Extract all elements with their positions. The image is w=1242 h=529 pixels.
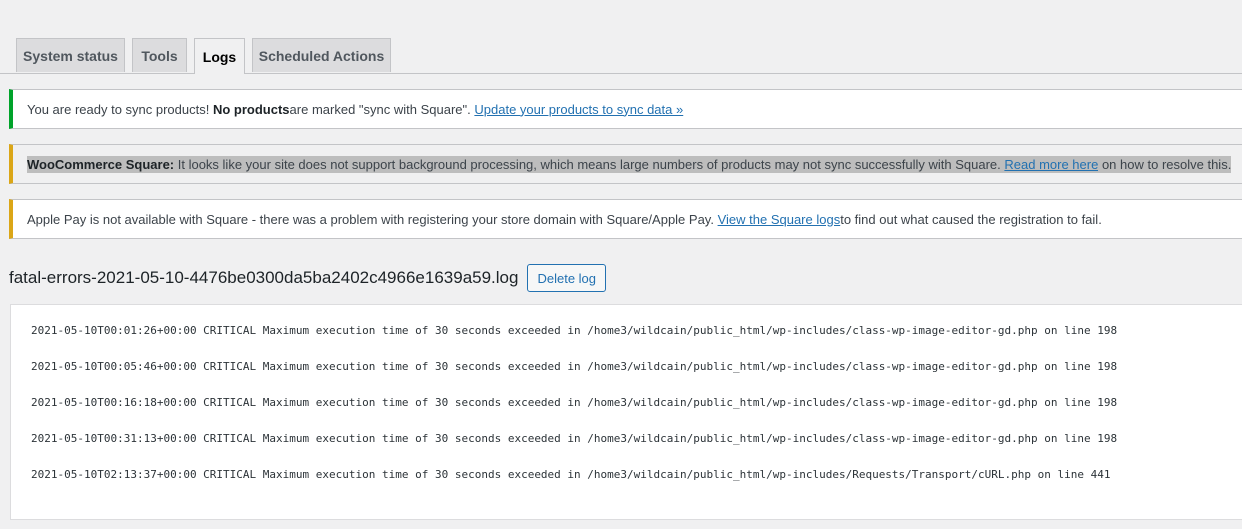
notice-text: Apple Pay is not available with Square -…	[27, 211, 714, 227]
log-line: 2021-05-10T00:01:26+00:00 CRITICAL Maxim…	[31, 324, 1118, 337]
notice-bold: WooCommerce Square:	[27, 156, 175, 172]
log-header: fatal-errors-2021-05-10-4476be0300da5ba2…	[9, 264, 607, 292]
sync-ready-notice: You are ready to sync products! No produ…	[9, 89, 1242, 129]
log-filename: fatal-errors-2021-05-10-4476be0300da5ba2…	[9, 268, 519, 287]
tab-system-status[interactable]: System status	[16, 38, 125, 72]
log-line: 2021-05-10T00:16:18+00:00 CRITICAL Maxim…	[31, 396, 1118, 409]
notice-text: It looks like your site does not support…	[174, 156, 1005, 172]
notice-text: You are ready to sync products!	[27, 101, 210, 117]
notice-bold: No products	[212, 101, 290, 117]
log-line: 2021-05-10T00:05:46+00:00 CRITICAL Maxim…	[31, 360, 1118, 373]
tab-tools[interactable]: Tools	[132, 38, 187, 72]
view-square-logs-link[interactable]: View the Square logs	[718, 212, 841, 227]
log-content: 2021-05-10T00:01:26+00:00 CRITICAL Maxim…	[10, 304, 1242, 520]
apple-pay-notice: Apple Pay is not available with Square -…	[9, 199, 1242, 239]
notice-text: are marked "sync with Square".	[289, 101, 471, 117]
notice-text: on how to resolve this.	[1098, 156, 1232, 172]
nav-tabs: System status Tools Logs Scheduled Actio…	[0, 38, 1242, 74]
tab-scheduled-actions[interactable]: Scheduled Actions	[252, 38, 391, 72]
log-line: 2021-05-10T00:31:13+00:00 CRITICAL Maxim…	[31, 432, 1118, 445]
background-processing-notice: WooCommerce Square: It looks like your s…	[9, 144, 1242, 184]
tab-logs[interactable]: Logs	[194, 38, 245, 74]
read-more-link[interactable]: Read more here	[1004, 156, 1099, 172]
delete-log-button[interactable]: Delete log	[527, 264, 607, 292]
update-products-link[interactable]: Update your products to sync data »	[474, 102, 683, 117]
log-line: 2021-05-10T02:13:37+00:00 CRITICAL Maxim…	[31, 468, 1111, 481]
notice-text: to find out what caused the registration…	[840, 211, 1102, 227]
